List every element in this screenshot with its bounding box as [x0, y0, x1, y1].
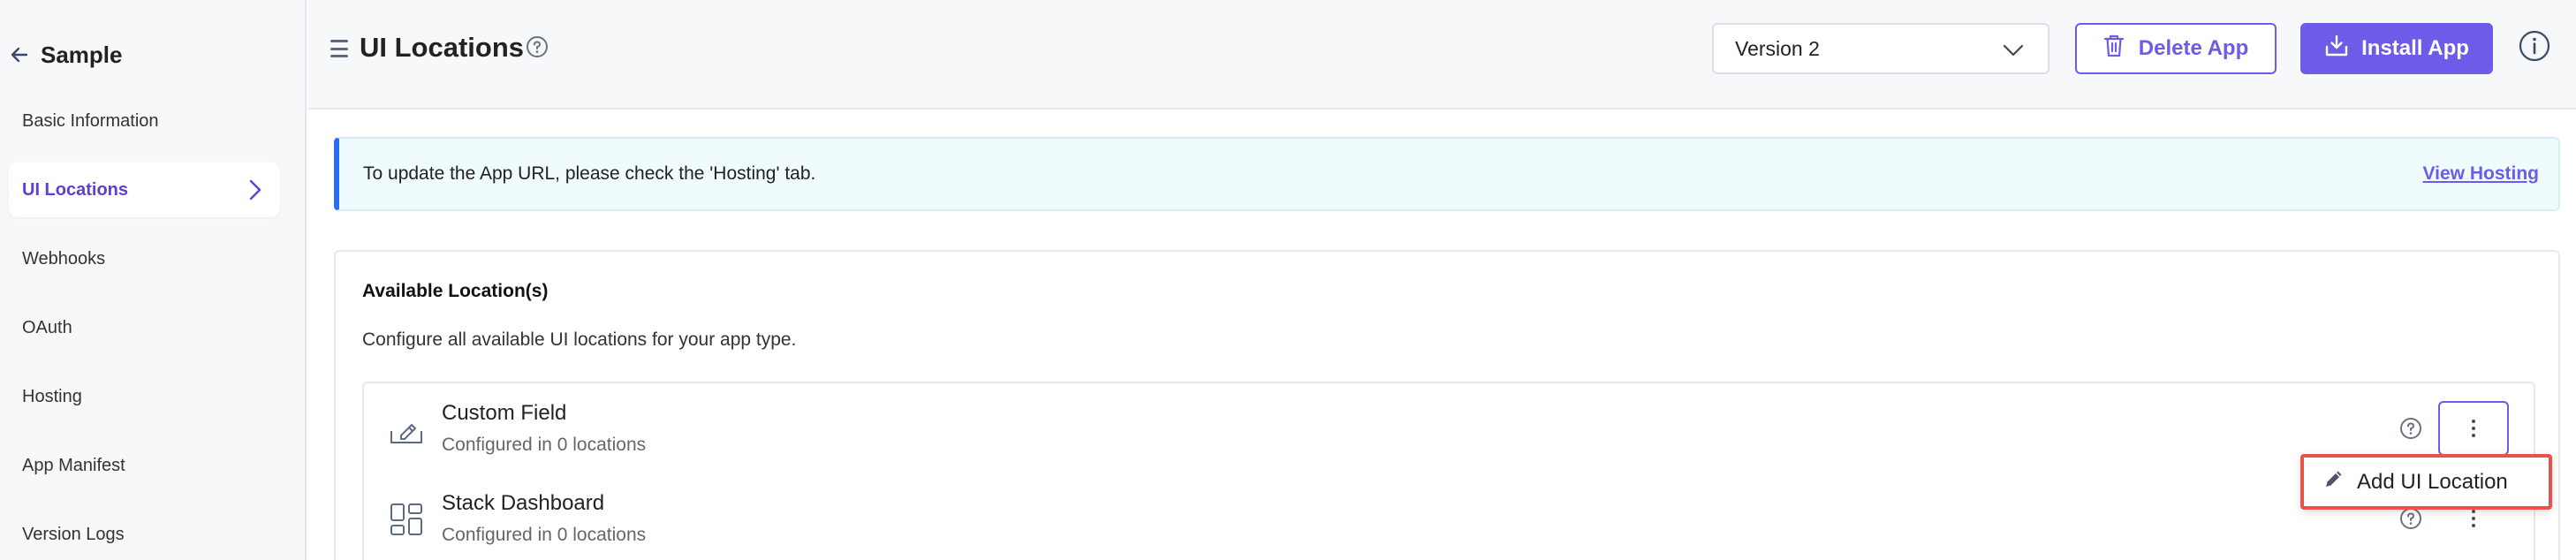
- view-hosting-link[interactable]: View Hosting: [2423, 163, 2539, 185]
- section-title: Available Location(s): [362, 281, 549, 301]
- info-icon[interactable]: [2518, 29, 2551, 63]
- trash-icon: [2103, 34, 2125, 64]
- sidebar-item-ui-locations[interactable]: UI Locations: [9, 163, 280, 217]
- sidebar-item-basic-information[interactable]: Basic Information: [9, 94, 280, 148]
- install-app-button[interactable]: Install App: [2300, 23, 2493, 74]
- chevron-down-icon: [2002, 41, 2025, 58]
- sidebar-item-version-logs[interactable]: Version Logs: [9, 507, 280, 560]
- add-ui-location-menu-item[interactable]: Add UI Location: [2300, 454, 2552, 510]
- sidebar-header: Sample: [9, 37, 123, 72]
- pencil-icon: [2323, 468, 2345, 496]
- sidebar: Sample Basic Information UI Locations We…: [0, 0, 307, 560]
- more-options-button[interactable]: [2438, 401, 2509, 456]
- location-name: Custom Field: [442, 401, 567, 425]
- hamburger-icon[interactable]: [330, 40, 348, 57]
- add-ui-location-label: Add UI Location: [2357, 469, 2508, 494]
- custom-field-icon: [389, 412, 424, 447]
- delete-app-button[interactable]: Delete App: [2075, 23, 2277, 74]
- location-status: Configured in 0 locations: [442, 525, 647, 545]
- sidebar-item-label: Basic Information: [22, 110, 159, 131]
- sidebar-item-label: UI Locations: [22, 179, 129, 200]
- kebab-icon: [2472, 420, 2475, 423]
- hosting-info-banner: To update the App URL, please check the …: [334, 137, 2560, 211]
- back-arrow-icon[interactable]: [9, 44, 30, 65]
- available-locations-card: Available Location(s) Configure all avai…: [334, 250, 2560, 560]
- help-icon[interactable]: [2399, 507, 2422, 530]
- sidebar-item-label: App Manifest: [22, 455, 125, 475]
- location-name: Stack Dashboard: [442, 491, 605, 515]
- sidebar-item-hosting[interactable]: Hosting: [9, 369, 280, 424]
- location-status: Configured in 0 locations: [442, 435, 647, 455]
- sidebar-item-webhooks[interactable]: Webhooks: [9, 231, 280, 286]
- kebab-icon: [2472, 510, 2475, 513]
- sidebar-item-app-manifest[interactable]: App Manifest: [9, 438, 280, 493]
- page-header: UI Locations Version 2 Delete App Instal…: [308, 0, 2576, 110]
- sidebar-item-oauth[interactable]: OAuth: [9, 300, 280, 355]
- location-row-stack-dashboard: Stack Dashboard Configured in 0 location…: [362, 473, 2535, 560]
- install-app-label: Install App: [2361, 36, 2469, 60]
- page-title: UI Locations: [360, 32, 525, 63]
- sidebar-item-label: Webhooks: [22, 248, 106, 269]
- help-icon[interactable]: [526, 35, 549, 58]
- sidebar-item-label: OAuth: [22, 317, 72, 337]
- section-description: Configure all available UI locations for…: [362, 329, 797, 350]
- location-row-custom-field: Custom Field Configured in 0 locations: [362, 382, 2535, 475]
- help-icon[interactable]: [2399, 417, 2422, 440]
- install-icon: [2324, 34, 2349, 64]
- sidebar-item-label: Hosting: [22, 386, 82, 406]
- app-name: Sample: [41, 41, 123, 68]
- banner-text: To update the App URL, please check the …: [363, 163, 816, 184]
- chevron-right-icon: [246, 178, 264, 202]
- version-select[interactable]: Version 2: [1712, 23, 2049, 74]
- sidebar-item-label: Version Logs: [22, 524, 125, 544]
- version-select-value: Version 2: [1735, 36, 1820, 60]
- dashboard-icon: [389, 502, 424, 537]
- delete-app-label: Delete App: [2138, 36, 2249, 60]
